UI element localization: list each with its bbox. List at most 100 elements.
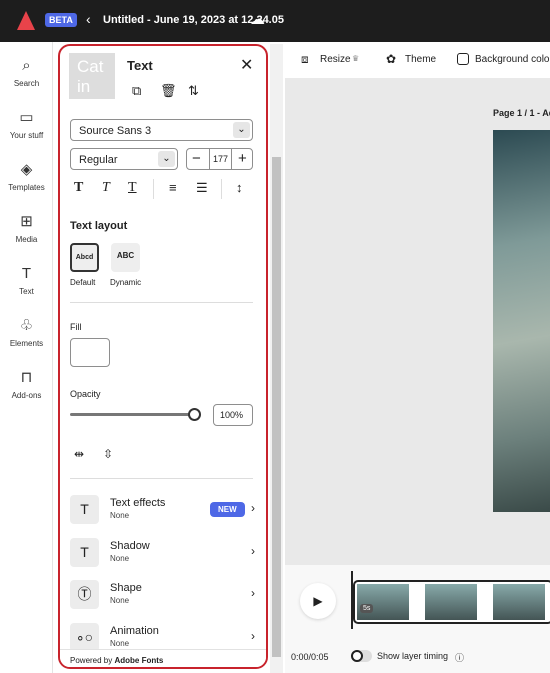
search-icon: ⌕ <box>22 57 31 74</box>
shape-row[interactable]: Ⓣ Shape None › <box>70 580 255 612</box>
increase-button[interactable]: + <box>238 150 247 167</box>
layout-glyph: ABC <box>116 251 135 260</box>
opacity-input[interactable]: 100% <box>213 404 253 426</box>
row-sub: None <box>110 639 130 648</box>
cloud-icon[interactable]: ☁ <box>250 10 265 28</box>
back-icon[interactable]: ‹ <box>86 11 91 27</box>
beta-badge: BETA <box>45 13 77 27</box>
layer-timing-toggle[interactable] <box>351 650 372 662</box>
rail-label: Elements <box>9 339 44 348</box>
text-thumbnail: Cat in the rain <box>69 53 115 99</box>
canvas-area: Page 1 / 1 - Ad <box>285 78 550 565</box>
layout-dynamic[interactable]: ABC <box>111 243 140 272</box>
chevron-right-icon: › <box>251 544 255 558</box>
opacity-slider-handle[interactable] <box>188 408 201 421</box>
underline-icon[interactable]: T <box>128 180 137 196</box>
resize-button[interactable]: Resize <box>320 54 351 65</box>
row-sub: None <box>110 596 130 605</box>
arrange-icon[interactable]: ⇅ <box>188 83 199 99</box>
weight-value: Regular <box>79 154 118 166</box>
text-icon: T <box>21 265 32 282</box>
rail-elements[interactable]: ♧ Elements <box>0 316 53 348</box>
media-icon: ⊞ <box>20 213 33 230</box>
theme-button[interactable]: Theme <box>405 54 436 65</box>
rail-label: Add-ons <box>11 391 42 400</box>
info-icon[interactable]: ⓘ <box>455 651 464 664</box>
text-panel: Cat in the rain Text ✕ ⧉ 🗑 ⇅ Source Sans… <box>58 44 268 669</box>
divider <box>70 478 253 479</box>
row-sub: None <box>110 554 130 563</box>
fill-swatch[interactable] <box>70 338 110 367</box>
close-icon[interactable]: ✕ <box>240 55 253 75</box>
rail-your-stuff[interactable]: ▭ Your stuff <box>0 108 53 140</box>
rail-text[interactable]: T Text <box>0 264 53 296</box>
opacity-label: Opacity <box>70 389 101 399</box>
chevron-down-icon: ⌄ <box>158 151 175 167</box>
canvas-image[interactable] <box>493 130 550 512</box>
row-title: Shadow <box>110 540 150 552</box>
align-center-icon[interactable]: ≡ <box>169 180 177 195</box>
delete-icon[interactable]: 🗑 <box>160 83 177 99</box>
duplicate-icon[interactable]: ⧉ <box>132 83 141 99</box>
page-label: Page 1 / 1 - Ad <box>493 108 550 118</box>
rail-templates[interactable]: ◈ Templates <box>0 160 53 192</box>
play-button[interactable]: ▶ <box>300 583 336 619</box>
rail-label: Your stuff <box>9 131 44 140</box>
decrease-button[interactable]: − <box>192 150 201 167</box>
font-size-value[interactable]: 177 <box>209 149 232 169</box>
panel-scrollbar[interactable] <box>270 44 283 673</box>
canvas-toolbar: ⧈ Resize ♛ ✿ Theme Background color <box>285 42 550 78</box>
background-color-swatch[interactable] <box>457 53 469 65</box>
resize-icon: ⧈ <box>301 52 309 66</box>
weight-select[interactable]: Regular ⌄ <box>70 148 178 170</box>
fill-label: Fill <box>70 322 82 332</box>
timeline: ▶ 5s 0:00/0:05 Show layer timing ⓘ <box>285 565 550 673</box>
scrollbar-thumb[interactable] <box>272 157 281 657</box>
text-effects-icon: T <box>70 495 99 524</box>
chevron-down-icon: ⌄ <box>233 122 250 138</box>
rail-label: Templates <box>8 183 45 192</box>
font-size-stepper[interactable]: − 177 + <box>186 148 253 170</box>
rail-search[interactable]: ⌕ Search <box>0 56 53 88</box>
left-rail: ⌕ Search ▭ Your stuff ◈ Templates ⊞ Media TT… <box>0 42 53 673</box>
list-icon[interactable]: ☰ <box>196 180 208 196</box>
divider <box>153 179 154 199</box>
top-bar: BETA ‹ Untitled - June 19, 2023 at 12.24… <box>0 0 550 42</box>
layout-default-label: Default <box>70 278 96 287</box>
rail-label: Text <box>19 287 34 296</box>
rail-addons[interactable]: ⊓ Add-ons <box>0 368 53 400</box>
panel-footer: Powered by Adobe Fonts <box>60 649 266 667</box>
rail-label: Media <box>15 235 38 244</box>
font-value: Source Sans 3 <box>79 125 152 137</box>
templates-icon: ◈ <box>20 161 33 178</box>
row-title: Shape <box>110 582 142 594</box>
flip-horizontal-icon[interactable]: ⇹ <box>74 447 84 461</box>
background-color-button[interactable]: Background color <box>475 54 550 65</box>
bold-icon[interactable]: T <box>74 180 83 196</box>
elements-icon: ♧ <box>19 317 34 334</box>
flip-vertical-icon[interactable]: ⇳ <box>103 447 113 461</box>
animation-icon: ∘○ <box>70 623 99 652</box>
shadow-row[interactable]: T Shadow None › <box>70 538 255 570</box>
text-layout-heading: Text layout <box>70 220 128 232</box>
panel-title: Text <box>127 58 153 73</box>
row-sub: None <box>110 511 130 520</box>
font-select[interactable]: Source Sans 3 ⌄ <box>70 119 253 141</box>
text-effects-row[interactable]: T Text effects None NEW › <box>70 495 255 527</box>
rail-media[interactable]: ⊞ Media <box>0 212 53 244</box>
crown-icon: ♛ <box>352 54 360 63</box>
layout-glyph: Abcd <box>75 254 94 261</box>
line-spacing-icon[interactable]: ↕ <box>236 180 243 195</box>
opacity-slider[interactable] <box>70 413 196 416</box>
folder-icon: ▭ <box>19 109 34 126</box>
adobe-fonts-link[interactable]: Adobe Fonts <box>114 656 163 665</box>
addons-icon: ⊓ <box>20 369 33 386</box>
italic-icon[interactable]: T <box>102 180 110 196</box>
rail-label: Search <box>13 79 40 88</box>
row-title: Text effects <box>110 497 166 509</box>
layout-default[interactable]: Abcd <box>70 243 99 272</box>
shadow-icon: T <box>70 538 99 567</box>
adobe-express-logo[interactable] <box>17 11 35 30</box>
timeline-clip[interactable]: 5s <box>353 580 550 624</box>
chevron-right-icon: › <box>251 586 255 600</box>
